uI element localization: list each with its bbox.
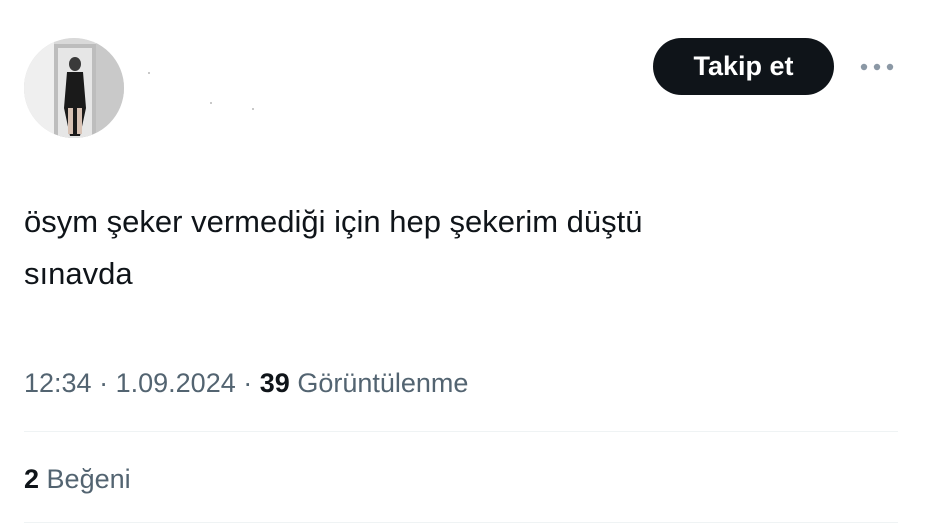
views-label: Görüntülenme xyxy=(297,368,469,398)
tweet-date[interactable]: 1.09.2024 xyxy=(116,368,236,398)
tweet-text: ösym şeker vermediği için hep şekerim dü… xyxy=(24,196,884,300)
tweet-time[interactable]: 12:34 xyxy=(24,368,92,398)
views-count: 39 xyxy=(259,368,290,398)
likes-label: Beğeni xyxy=(46,464,131,494)
likes-stat[interactable]: 2 Beğeni xyxy=(24,458,131,500)
avatar[interactable] xyxy=(24,38,124,138)
tweet-meta: 12:34 · 1.09.2024 · 39 Görüntülenme xyxy=(24,362,468,404)
profile-photo xyxy=(24,38,124,138)
follow-button[interactable]: Takip et xyxy=(653,38,834,95)
meta-separator: · xyxy=(99,368,109,398)
more-horizontal-icon xyxy=(860,63,894,71)
tweet-text-line: sınavda xyxy=(24,256,133,291)
divider xyxy=(24,522,898,523)
divider xyxy=(24,431,898,432)
meta-separator: · xyxy=(243,368,253,398)
tweet-text-line: ösym şeker vermediği için hep şekerim dü… xyxy=(24,204,643,239)
more-options-button[interactable] xyxy=(855,52,899,82)
likes-count: 2 xyxy=(24,464,40,494)
redacted-name xyxy=(140,62,280,122)
